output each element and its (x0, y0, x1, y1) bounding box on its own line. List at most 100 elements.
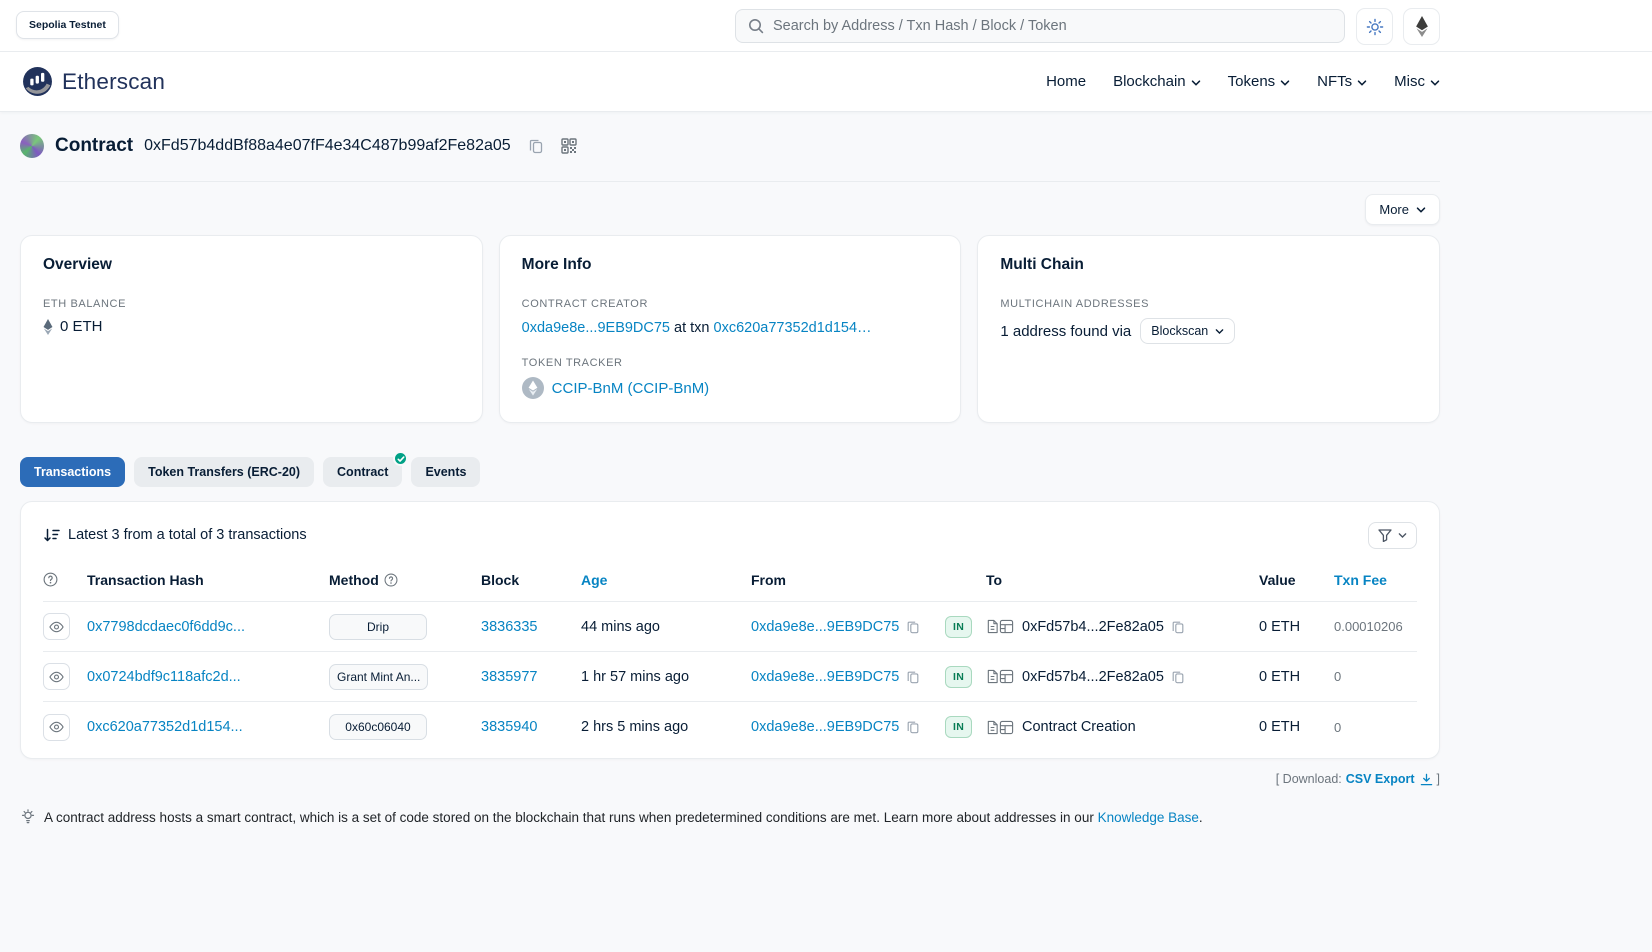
from-address-link[interactable]: 0xda9e8e...9EB9DC75 (751, 719, 899, 735)
value-text: 0 ETH (1259, 619, 1334, 635)
chevron-down-icon (1357, 78, 1367, 88)
brand-name: Etherscan (62, 69, 165, 95)
etherscan-logo[interactable]: Etherscan (22, 66, 165, 97)
txn-hash-link[interactable]: 0x7798dcdaec0f6dd9c... (87, 619, 245, 635)
ethereum-icon (1415, 16, 1429, 37)
tab-events[interactable]: Events (411, 457, 480, 487)
copy-icon[interactable] (906, 620, 920, 634)
column-header-fee[interactable]: Txn Fee (1334, 572, 1417, 588)
download-row: [ Download: CSV Export ] (20, 772, 1440, 786)
eye-icon (49, 721, 64, 733)
block-link[interactable]: 3836335 (481, 619, 537, 635)
more-info-card-title: More Info (522, 256, 939, 274)
nav-item-blockchain[interactable]: Blockchain (1113, 73, 1201, 90)
direction-badge: IN (945, 616, 972, 638)
help-question-icon[interactable] (43, 572, 58, 587)
contract-creation-icon (999, 619, 1014, 634)
table-row: 0xc620a77352d1d154... 0x60c06040 3835940… (43, 702, 1417, 752)
tab-contract[interactable]: Contract (323, 457, 402, 487)
eye-icon (49, 621, 64, 633)
tab-bar: Transactions Token Transfers (ERC-20) Co… (20, 457, 1440, 487)
multichain-card-title: Multi Chain (1000, 256, 1417, 274)
creator-address-link[interactable]: 0xda9e8e...9EB9DC75 (522, 320, 670, 336)
copy-icon[interactable] (906, 720, 920, 734)
block-link[interactable]: 3835940 (481, 719, 537, 735)
column-header-method: Method (329, 572, 379, 588)
search-input[interactable] (773, 18, 1332, 34)
contract-address: 0xFd57b4ddBf88a4e07fF4e34C487b99af2Fe82a… (144, 137, 511, 155)
preview-eye-button[interactable] (43, 663, 70, 690)
age-text: 2 hrs 5 mins ago (581, 719, 751, 735)
column-header-age[interactable]: Age (581, 572, 751, 588)
address-avatar (20, 134, 44, 158)
tab-transactions[interactable]: Transactions (20, 457, 125, 487)
eth-balance-label: ETH BALANCE (43, 298, 460, 310)
table-header-row: Transaction Hash Method Block Age From T… (43, 558, 1417, 602)
value-text: 0 ETH (1259, 719, 1334, 735)
more-info-card: More Info CONTRACT CREATOR 0xda9e8e...9E… (499, 235, 962, 423)
main-nav: Home Blockchain Tokens NFTs Misc (1046, 73, 1440, 90)
copy-icon[interactable] (1171, 670, 1185, 684)
main-content: Contract 0xFd57b4ddBf88a4e07fF4e34C487b9… (20, 134, 1440, 825)
txn-hash-link[interactable]: 0x0724bdf9c118afc2d... (87, 669, 241, 685)
creation-txn-link[interactable]: 0xc620a77352d1d154… (714, 320, 872, 336)
download-icon (1420, 773, 1433, 786)
top-bar: Sepolia Testnet (0, 0, 1652, 52)
column-header-value: Value (1259, 572, 1334, 588)
download-suffix: ] (1437, 772, 1440, 786)
transactions-summary-text: Latest 3 from a total of 3 transactions (68, 527, 307, 543)
eth-glyph-icon (43, 319, 53, 335)
to-address-text: 0xFd57b4...2Fe82a05 (1022, 669, 1164, 685)
nav-item-nfts[interactable]: NFTs (1317, 73, 1367, 90)
overview-card-title: Overview (43, 256, 460, 274)
preview-eye-button[interactable] (43, 714, 70, 741)
block-link[interactable]: 3835977 (481, 669, 537, 685)
txn-fee-text: 0 (1334, 669, 1417, 684)
filter-button[interactable] (1368, 522, 1417, 549)
contract-file-icon (986, 720, 999, 735)
transactions-panel: Latest 3 from a total of 3 transactions … (20, 501, 1440, 759)
nav-item-tokens[interactable]: Tokens (1228, 73, 1291, 90)
nav-item-misc[interactable]: Misc (1394, 73, 1440, 90)
chevron-down-icon (1280, 78, 1290, 88)
network-ethereum-button[interactable] (1403, 8, 1440, 45)
chevron-down-icon (1416, 205, 1426, 215)
from-address-link[interactable]: 0xda9e8e...9EB9DC75 (751, 669, 899, 685)
blockscan-dropdown-button[interactable]: Blockscan (1140, 318, 1235, 344)
knowledge-base-link[interactable]: Knowledge Base (1098, 810, 1199, 825)
preview-eye-button[interactable] (43, 613, 70, 640)
copy-icon[interactable] (906, 670, 920, 684)
from-address-link[interactable]: 0xda9e8e...9EB9DC75 (751, 619, 899, 635)
token-tracker-link[interactable]: CCIP-BnM (CCIP-BnM) (552, 380, 710, 397)
overview-card: Overview ETH BALANCE 0 ETH (20, 235, 483, 423)
copy-address-button[interactable] (528, 138, 544, 154)
age-text: 1 hr 57 mins ago (581, 669, 751, 685)
copy-icon[interactable] (1171, 620, 1185, 634)
table-row: 0x0724bdf9c118afc2d... Grant Mint An... … (43, 652, 1417, 702)
note-text: A contract address hosts a smart contrac… (44, 810, 1098, 825)
column-header-to: To (986, 572, 1259, 588)
network-badge[interactable]: Sepolia Testnet (16, 11, 119, 39)
tips-icon (20, 809, 36, 825)
tab-token-transfers[interactable]: Token Transfers (ERC-20) (134, 457, 314, 487)
txn-hash-link[interactable]: 0xc620a77352d1d154... (87, 719, 243, 735)
multichain-card: Multi Chain MULTICHAIN ADDRESSES 1 addre… (977, 235, 1440, 423)
qr-code-button[interactable] (561, 138, 577, 154)
chevron-down-icon (1191, 78, 1201, 88)
column-header-block: Block (481, 572, 581, 588)
method-help-icon[interactable] (384, 573, 398, 587)
nav-item-home[interactable]: Home (1046, 73, 1086, 90)
txn-fee-text: 0.00010206 (1334, 619, 1417, 634)
more-dropdown-button[interactable]: More (1365, 194, 1440, 225)
eye-icon (49, 671, 64, 683)
contract-title-row: Contract 0xFd57b4ddBf88a4e07fF4e34C487b9… (20, 134, 1440, 158)
download-prefix: [ Download: (1276, 772, 1342, 786)
method-badge: Drip (329, 614, 427, 640)
theme-toggle-button[interactable] (1356, 8, 1393, 45)
contract-file-icon (986, 669, 999, 684)
multichain-found-text: 1 address found via (1000, 323, 1131, 340)
direction-badge: IN (945, 666, 972, 688)
search-icon (748, 18, 764, 34)
search-bar[interactable] (735, 9, 1345, 43)
csv-export-link[interactable]: CSV Export (1346, 772, 1433, 786)
